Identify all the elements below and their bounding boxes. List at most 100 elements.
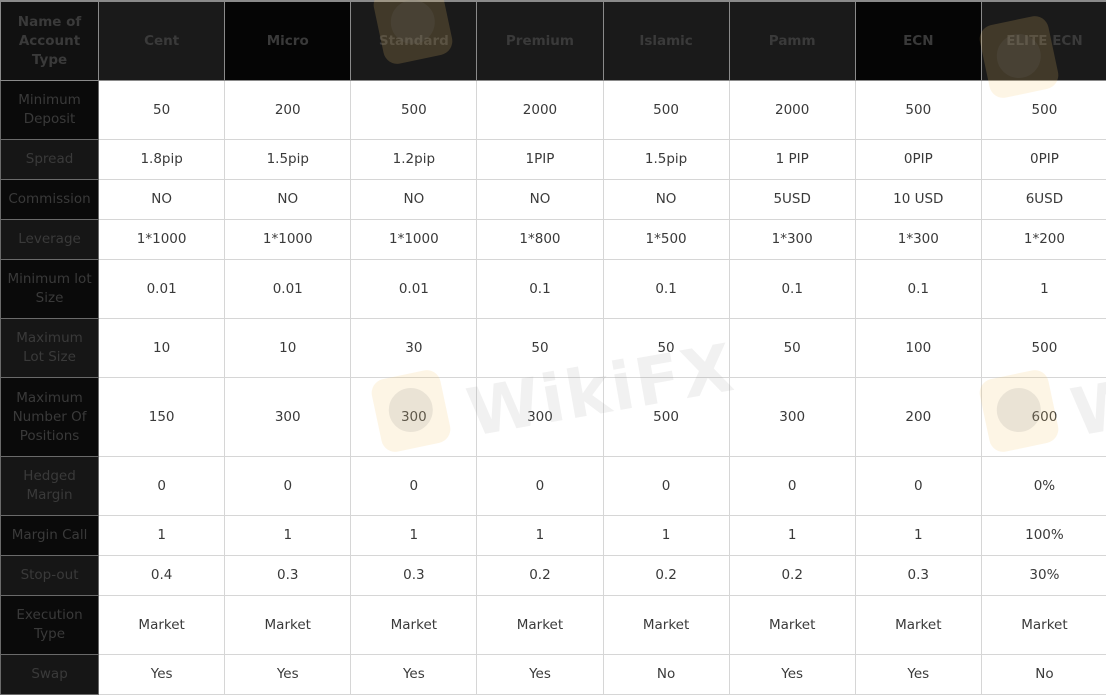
table-cell: 1*300 <box>855 220 981 260</box>
table-cell: 1.5pip <box>225 140 351 180</box>
table-cell: 0 <box>855 457 981 516</box>
table-cell: 50 <box>477 319 603 378</box>
table-cell: 1*1000 <box>99 220 225 260</box>
table-cell: 50 <box>99 81 225 140</box>
table-cell: 300 <box>477 378 603 457</box>
table-cell: 0.2 <box>603 556 729 596</box>
table-cell: 300 <box>351 378 477 457</box>
row-label: Maximum Lot Size <box>1 319 99 378</box>
table-cell: 1*200 <box>981 220 1106 260</box>
column-header-standard: Standard <box>351 1 477 81</box>
table-cell: 0.4 <box>99 556 225 596</box>
table-cell: Market <box>981 596 1106 655</box>
table-cell: 0 <box>351 457 477 516</box>
table-row: Minimum lot Size0.010.010.010.10.10.10.1… <box>1 260 1106 319</box>
table-cell: 2000 <box>729 81 855 140</box>
table-cell: Market <box>351 596 477 655</box>
table-cell: 1*1000 <box>351 220 477 260</box>
row-label: Leverage <box>1 220 99 260</box>
table-cell: No <box>981 655 1106 695</box>
table-row: Maximum Number Of Positions1503003003005… <box>1 378 1106 457</box>
row-label: Margin Call <box>1 516 99 556</box>
table-row: Spread1.8pip1.5pip1.2pip1PIP1.5pip1 PIP0… <box>1 140 1106 180</box>
table-cell: 1.8pip <box>99 140 225 180</box>
row-label: Maximum Number Of Positions <box>1 378 99 457</box>
table-cell: Market <box>99 596 225 655</box>
table-cell: 150 <box>99 378 225 457</box>
table-cell: 0PIP <box>855 140 981 180</box>
table-cell: Yes <box>477 655 603 695</box>
table-cell: 0.01 <box>225 260 351 319</box>
row-label: Minimum Deposit <box>1 81 99 140</box>
table-cell: 0.01 <box>99 260 225 319</box>
table-cell: 10 USD <box>855 180 981 220</box>
table-cell: 200 <box>855 378 981 457</box>
table-cell: 1 <box>981 260 1106 319</box>
table-row: SwapYesYesYesYesNoYesYesNo <box>1 655 1106 695</box>
table-cell: 1 <box>729 516 855 556</box>
table-cell: 500 <box>981 319 1106 378</box>
table-cell: 500 <box>603 378 729 457</box>
column-header-elite-ecn: ELITE ECN <box>981 1 1106 81</box>
table-cell: 1*1000 <box>225 220 351 260</box>
table-cell: 30 <box>351 319 477 378</box>
table-row: Hedged Margin00000000% <box>1 457 1106 516</box>
account-types-table: Name of Account Type Cent Micro Standard… <box>0 0 1106 695</box>
table-cell: 1 <box>225 516 351 556</box>
table-cell: 0.3 <box>855 556 981 596</box>
table-cell: Market <box>729 596 855 655</box>
row-label: Minimum lot Size <box>1 260 99 319</box>
column-header-islamic: Islamic <box>603 1 729 81</box>
table-row: CommissionNONONONONO5USD10 USD6USD <box>1 180 1106 220</box>
table-cell: 0.3 <box>351 556 477 596</box>
header-row: Name of Account Type Cent Micro Standard… <box>1 1 1106 81</box>
table-cell: Yes <box>855 655 981 695</box>
table-cell: 1 <box>351 516 477 556</box>
table-cell: 0.1 <box>603 260 729 319</box>
table-cell: 1PIP <box>477 140 603 180</box>
table-cell: Market <box>225 596 351 655</box>
column-header-premium: Premium <box>477 1 603 81</box>
table-cell: 0PIP <box>981 140 1106 180</box>
table-cell: No <box>603 655 729 695</box>
table-cell: 1*800 <box>477 220 603 260</box>
table-cell: 1 PIP <box>729 140 855 180</box>
table-cell: 6USD <box>981 180 1106 220</box>
table-cell: 0.2 <box>477 556 603 596</box>
table-cell: 100 <box>855 319 981 378</box>
corner-header: Name of Account Type <box>1 1 99 81</box>
table-cell: 50 <box>603 319 729 378</box>
table-cell: 0.01 <box>351 260 477 319</box>
row-label: Commission <box>1 180 99 220</box>
table-cell: 0 <box>225 457 351 516</box>
table-cell: NO <box>351 180 477 220</box>
table-cell: 1 <box>99 516 225 556</box>
table-cell: 600 <box>981 378 1106 457</box>
table-cell: 0.1 <box>729 260 855 319</box>
column-header-ecn: ECN <box>855 1 981 81</box>
table-row: Execution TypeMarketMarketMarketMarketMa… <box>1 596 1106 655</box>
table-cell: Market <box>855 596 981 655</box>
row-label: Hedged Margin <box>1 457 99 516</box>
table-cell: 1 <box>603 516 729 556</box>
table-cell: 1*500 <box>603 220 729 260</box>
table-cell: 0.3 <box>225 556 351 596</box>
table-cell: 0.2 <box>729 556 855 596</box>
table-cell: 1*300 <box>729 220 855 260</box>
table-cell: Yes <box>225 655 351 695</box>
table-cell: 100% <box>981 516 1106 556</box>
table-cell: NO <box>477 180 603 220</box>
column-header-cent: Cent <box>99 1 225 81</box>
table-cell: 10 <box>99 319 225 378</box>
table-cell: 1.5pip <box>603 140 729 180</box>
table-cell: Yes <box>351 655 477 695</box>
table-cell: 300 <box>729 378 855 457</box>
table-cell: 0.1 <box>855 260 981 319</box>
column-header-micro: Micro <box>225 1 351 81</box>
table-cell: 50 <box>729 319 855 378</box>
table-cell: 1 <box>855 516 981 556</box>
table-cell: 30% <box>981 556 1106 596</box>
column-header-pamm: Pamm <box>729 1 855 81</box>
table-cell: 0 <box>477 457 603 516</box>
table-cell: 500 <box>351 81 477 140</box>
